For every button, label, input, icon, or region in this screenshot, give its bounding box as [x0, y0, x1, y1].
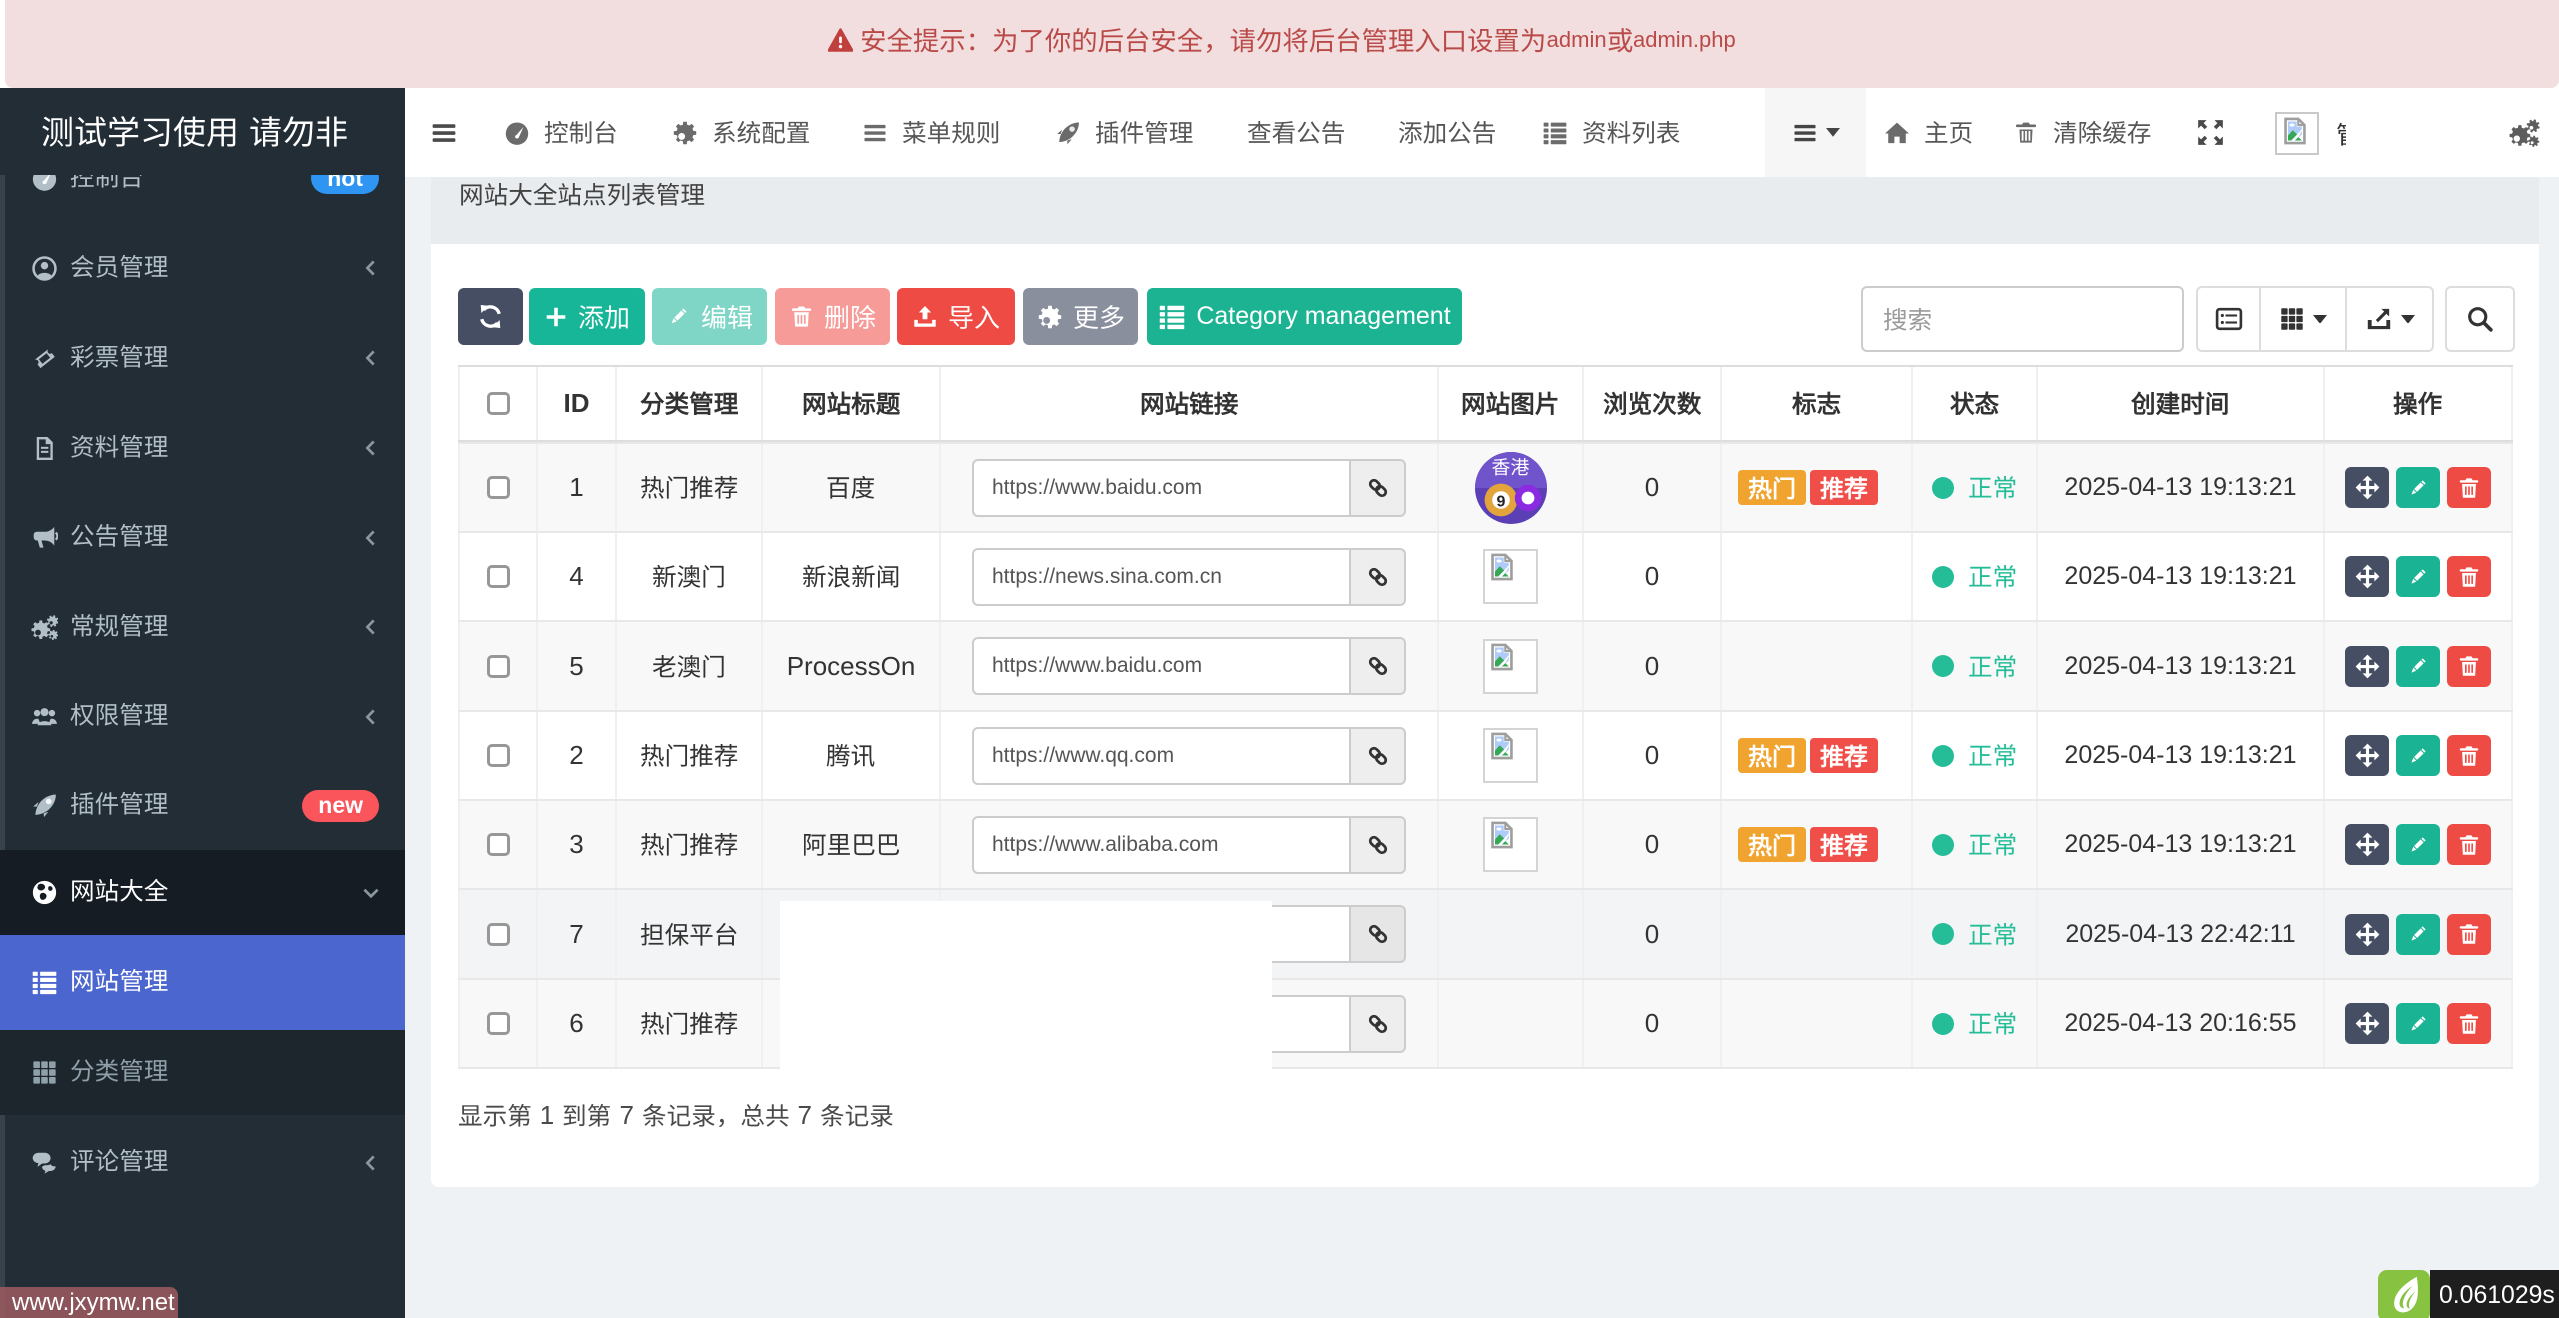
- svg-text:9: 9: [1496, 493, 1505, 510]
